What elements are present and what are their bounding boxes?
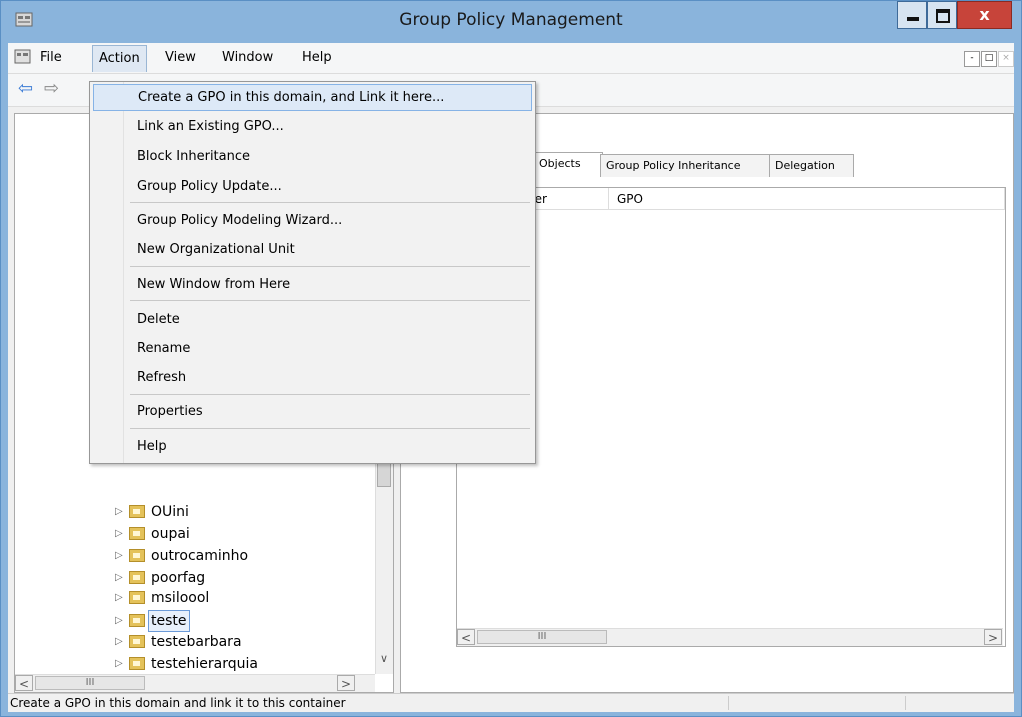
tree-item-label: oupai (151, 526, 190, 542)
tree-hscroll-thumb[interactable]: III (35, 676, 145, 690)
tree-item-label: outrocaminho (151, 548, 249, 564)
expand-arrow-icon[interactable]: ▷ (115, 524, 125, 544)
status-text: Create a GPO in this domain and link it … (10, 696, 346, 710)
tab-delegation[interactable]: Delegation (769, 154, 854, 177)
scroll-down-icon[interactable]: ∨ (377, 652, 391, 670)
menu-item-link-existing-gpo[interactable]: Link an Existing GPO... (93, 113, 532, 140)
maximize-button[interactable] (927, 1, 957, 29)
gpo-list: der GPO < III > (456, 187, 1006, 647)
tree-item-label: testehierarquia (151, 656, 258, 672)
expand-arrow-icon[interactable]: ▷ (115, 632, 125, 652)
ou-folder-icon (129, 657, 145, 670)
status-bar: Create a GPO in this domain and link it … (8, 693, 1014, 712)
scroll-right-icon[interactable]: > (337, 675, 355, 691)
tab-linked-gpo-objects[interactable]: Objects (533, 152, 603, 177)
menu-separator (130, 266, 530, 267)
scroll-left-icon[interactable]: < (15, 675, 33, 691)
ou-folder-icon (129, 635, 145, 648)
ou-folder-icon (129, 614, 145, 627)
client-area: File Action View Window Help - □ × ⇦ ⇨ ▷… (8, 43, 1014, 712)
list-hscroll-thumb[interactable]: III (477, 630, 607, 644)
menu-item-delete[interactable]: Delete (93, 306, 532, 333)
menu-item-new-window[interactable]: New Window from Here (93, 271, 532, 298)
menu-separator (130, 202, 530, 203)
menu-item-block-inheritance[interactable]: Block Inheritance (93, 143, 532, 170)
mdi-restore-button[interactable]: □ (981, 51, 997, 67)
app-window: Group Policy Management x File Action Vi… (0, 0, 1022, 717)
ou-folder-icon (129, 549, 145, 562)
menu-file[interactable]: File (34, 47, 68, 69)
mdi-close-button[interactable]: × (998, 51, 1014, 67)
tree-item-label: msiloool (151, 590, 210, 606)
forward-arrow-icon[interactable]: ⇨ (44, 80, 66, 98)
menu-help[interactable]: Help (296, 47, 338, 69)
minimize-button[interactable] (897, 1, 927, 29)
menu-item-group-policy-update[interactable]: Group Policy Update... (93, 173, 532, 200)
tree-item-label: poorfag (151, 570, 206, 586)
tree-item-label: testebarbara (151, 634, 242, 650)
expand-arrow-icon[interactable]: ▷ (115, 546, 125, 566)
ou-folder-icon (129, 527, 145, 540)
menu-window[interactable]: Window (216, 47, 279, 69)
ou-folder-icon (129, 505, 145, 518)
tree-horizontal-scrollbar[interactable]: < III > (15, 674, 375, 692)
menu-separator (130, 300, 530, 301)
menu-separator (130, 428, 530, 429)
list-horizontal-scrollbar[interactable]: < III > (457, 628, 1003, 646)
menu-item-modeling-wizard[interactable]: Group Policy Modeling Wizard... (93, 207, 532, 234)
menu-action[interactable]: Action (92, 45, 147, 72)
console-document-icon[interactable] (14, 49, 32, 65)
tab-group-policy-inheritance[interactable]: Group Policy Inheritance (600, 154, 776, 177)
ou-folder-icon (129, 571, 145, 584)
menu-item-properties[interactable]: Properties (93, 398, 532, 425)
back-arrow-icon[interactable]: ⇦ (18, 80, 40, 98)
status-divider (905, 696, 906, 710)
menu-view[interactable]: View (159, 47, 202, 69)
action-menu-dropdown: Create a GPO in this domain, and Link it… (89, 81, 536, 464)
status-divider (728, 696, 729, 710)
expand-arrow-icon[interactable]: ▷ (115, 588, 125, 608)
expand-arrow-icon[interactable]: ▷ (115, 654, 125, 674)
window-title: Group Policy Management (399, 10, 623, 30)
tree-item-label: OUini (151, 504, 189, 520)
menu-item-new-ou[interactable]: New Organizational Unit (93, 236, 532, 263)
title-bar: Group Policy Management x (1, 1, 1021, 41)
menu-item-refresh[interactable]: Refresh (93, 364, 532, 391)
scroll-left-icon[interactable]: < (457, 629, 475, 645)
ou-folder-icon (129, 591, 145, 604)
scroll-right-icon[interactable]: > (984, 629, 1002, 645)
menu-item-rename[interactable]: Rename (93, 335, 532, 362)
menu-item-create-gpo[interactable]: Create a GPO in this domain, and Link it… (93, 84, 532, 111)
close-icon: x (979, 5, 990, 24)
menu-separator (130, 394, 530, 395)
expand-arrow-icon[interactable]: ▷ (115, 568, 125, 588)
menu-item-help[interactable]: Help (93, 433, 532, 460)
mdi-minimize-button[interactable]: - (964, 51, 980, 67)
column-header-gpo[interactable]: GPO (609, 188, 1005, 210)
menu-bar: File Action View Window Help - □ × (8, 43, 1014, 74)
close-button[interactable]: x (957, 1, 1012, 29)
expand-arrow-icon[interactable]: ▷ (115, 502, 125, 522)
expand-arrow-icon[interactable]: ▷ (115, 611, 125, 631)
tree-item-label: teste (148, 610, 190, 632)
